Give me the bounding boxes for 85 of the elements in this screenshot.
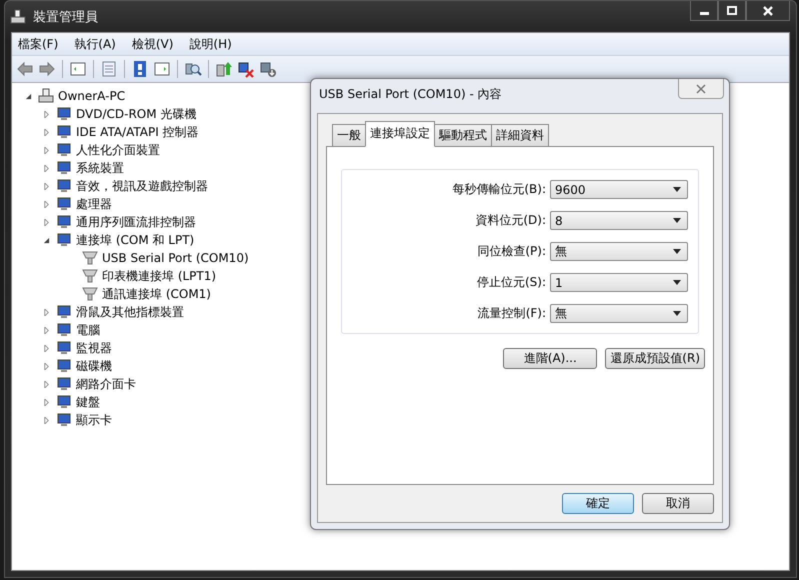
device-icon — [56, 412, 72, 428]
computer-icon — [38, 88, 54, 104]
device-icon — [56, 322, 72, 338]
menu-item[interactable]: 說明(H) — [189, 36, 232, 52]
remove-device-icon[interactable] — [237, 60, 255, 78]
menu-item[interactable]: 檢視(V) — [132, 36, 174, 52]
update-icon[interactable] — [215, 60, 233, 78]
device-icon — [56, 394, 72, 410]
device-icon — [56, 340, 72, 356]
computer-icon — [9, 8, 27, 26]
port-icon — [82, 268, 98, 284]
tree-item[interactable]: IDE ATA/ATAPI 控制器 — [76, 124, 199, 140]
dropdown[interactable]: 無 — [550, 242, 688, 261]
tree-item[interactable]: 顯示卡 — [76, 412, 112, 428]
tree-item[interactable]: 印表機連接埠 (LPT1) — [102, 268, 216, 284]
tree-item[interactable]: 監視器 — [76, 340, 112, 356]
disable-device-icon[interactable] — [259, 60, 277, 78]
field-label: 每秒傳輸位元(B): — [452, 181, 546, 198]
tree-item[interactable]: 鍵盤 — [76, 394, 100, 410]
close-button[interactable] — [746, 1, 790, 21]
device-icon — [56, 106, 72, 122]
device-icon — [56, 214, 72, 230]
caret-icon — [673, 218, 681, 223]
tree-item[interactable]: 電腦 — [76, 322, 100, 338]
tree-item[interactable]: OwnerA-PC — [58, 89, 126, 103]
back-icon[interactable] — [16, 60, 34, 78]
window-title: 裝置管理員 — [33, 9, 98, 26]
maximize-icon — [726, 6, 738, 16]
tree-item[interactable]: USB Serial Port (COM10) — [102, 251, 249, 265]
tree-item[interactable]: 通訊連接埠 (COM1) — [102, 286, 211, 302]
tree-item[interactable]: 人性化介面裝置 — [76, 142, 160, 158]
tree-item[interactable]: 處理器 — [76, 196, 112, 212]
field-label: 同位檢查(P): — [477, 243, 546, 260]
expand-arrow-icon[interactable] — [42, 236, 50, 244]
device-icon — [56, 142, 72, 158]
caret-icon — [673, 280, 681, 285]
caret-icon — [673, 311, 681, 316]
dropdown[interactable]: 9600 — [550, 180, 688, 199]
menu-item[interactable]: 執行(A) — [74, 36, 116, 52]
device-icon — [56, 160, 72, 176]
tab[interactable]: 詳細資料 — [491, 124, 549, 147]
port-icon — [82, 286, 98, 302]
dialog-button[interactable]: 取消 — [642, 493, 714, 514]
minimize-icon — [700, 12, 708, 15]
tree-item[interactable]: 通用序列匯流排控制器 — [76, 214, 196, 230]
forward-icon[interactable] — [38, 60, 56, 78]
field-label: 停止位元(S): — [476, 274, 546, 291]
device-icon — [56, 376, 72, 392]
tree-item[interactable]: 滑鼠及其他指標裝置 — [76, 304, 184, 320]
dialog-button[interactable]: 確定 — [562, 493, 634, 514]
maximize-button[interactable] — [718, 1, 746, 21]
device-icon — [56, 232, 72, 248]
panel-icon[interactable] — [69, 60, 87, 78]
device-icon — [56, 178, 72, 194]
tree-item[interactable]: 音效，視訊及遊戲控制器 — [76, 178, 208, 194]
tree-item[interactable]: 連接埠 (COM 和 LPT) — [76, 232, 194, 248]
tree-item[interactable]: 磁碟機 — [76, 358, 112, 374]
dialog-button[interactable]: 還原成預設值(R) — [605, 348, 705, 369]
dropdown[interactable]: 1 — [550, 273, 688, 292]
tab[interactable]: 連接埠設定 — [365, 121, 435, 147]
dialog-button[interactable]: 進階(A)... — [503, 348, 598, 369]
tab[interactable]: 一般 — [332, 124, 366, 147]
panel-icon[interactable] — [153, 60, 171, 78]
expanded-arrow-icon[interactable] — [24, 92, 32, 100]
menu-item[interactable]: 檔案(F) — [18, 36, 58, 52]
minimize-button[interactable] — [690, 1, 718, 21]
dropdown[interactable]: 8 — [550, 211, 688, 230]
dialog-title: USB Serial Port (COM10) - 內容 — [319, 86, 502, 102]
device-icon — [56, 196, 72, 212]
device-icon — [56, 304, 72, 320]
device-icon — [56, 358, 72, 374]
tab[interactable]: 驅動程式 — [434, 124, 492, 147]
caret-icon — [673, 187, 681, 192]
properties-icon[interactable] — [100, 60, 118, 78]
tree-item[interactable]: 網路介面卡 — [76, 376, 136, 392]
tree-item[interactable]: DVD/CD-ROM 光碟機 — [76, 106, 196, 122]
port-icon — [82, 250, 98, 266]
field-label: 資料位元(D): — [475, 212, 546, 229]
device-icon — [56, 124, 72, 140]
tree-item[interactable]: 系統裝置 — [76, 160, 124, 176]
dropdown[interactable]: 無 — [550, 304, 688, 323]
field-label: 流量控制(F): — [478, 305, 546, 322]
close-icon — [696, 84, 706, 94]
caret-icon — [673, 249, 681, 254]
close-icon — [762, 6, 774, 16]
